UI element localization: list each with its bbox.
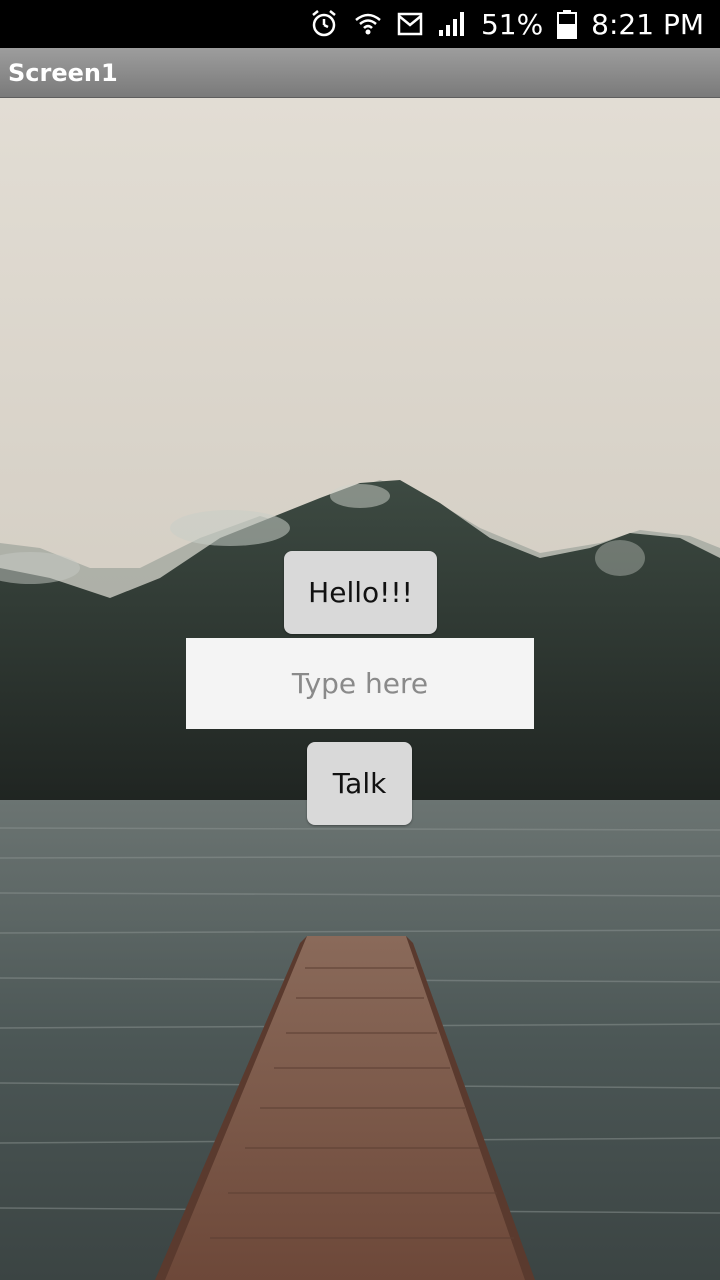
talk-button[interactable]: Talk — [307, 742, 412, 825]
screen-title: Screen1 — [8, 58, 118, 87]
clock: 8:21 PM — [591, 7, 704, 41]
status-bar: 51% 8:21 PM — [0, 0, 720, 48]
title-bar: Screen1 — [0, 48, 720, 98]
signal-icon — [437, 10, 467, 38]
battery-percent: 51% — [480, 7, 544, 41]
app-screen: 51% 8:21 PM Screen1 Hello!!! Type here T… — [0, 0, 720, 1280]
battery-icon — [557, 9, 578, 39]
hello-button[interactable]: Hello!!! — [284, 551, 437, 634]
wifi-icon — [353, 9, 383, 39]
message-icon — [397, 11, 423, 37]
message-input[interactable] — [186, 638, 534, 729]
alarm-icon — [309, 9, 339, 39]
